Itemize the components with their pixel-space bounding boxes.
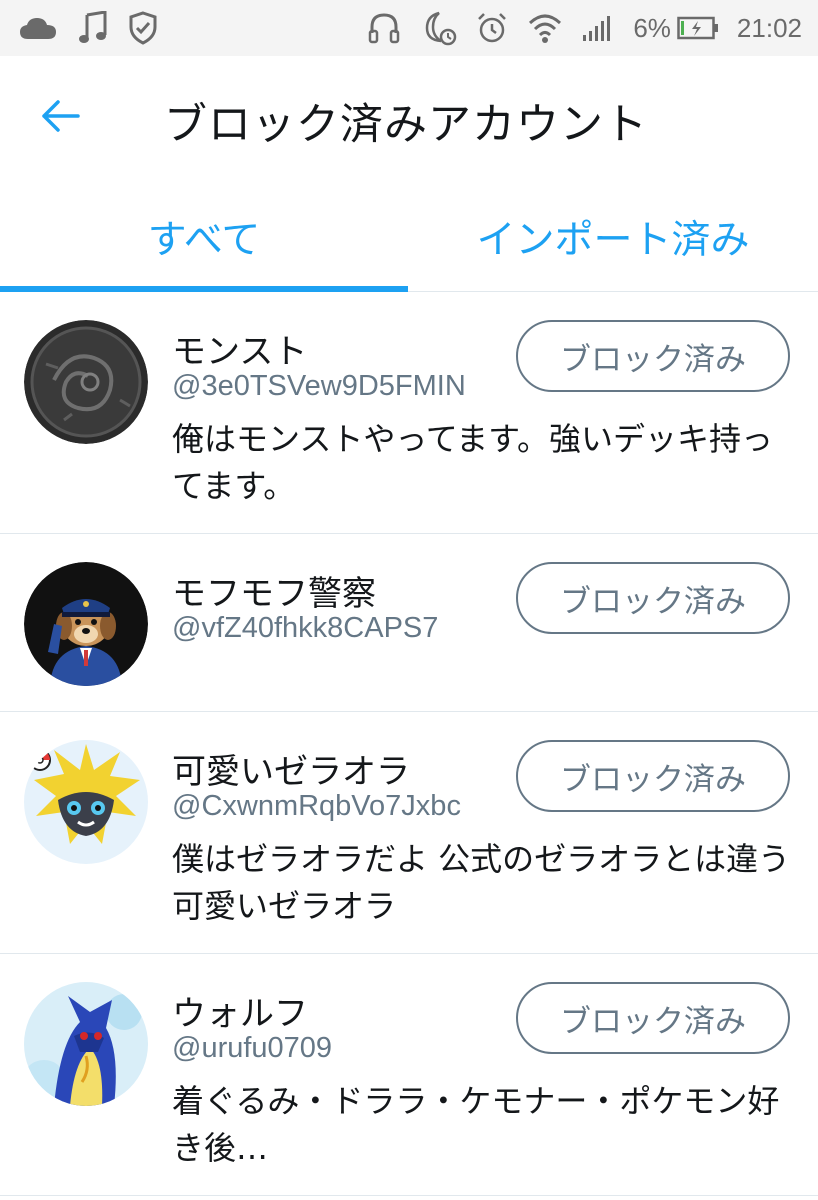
blocked-accounts-list: モンスト @3e0TSVew9D5FMIN 俺はモンストやってます。強いデッキ持… bbox=[0, 292, 818, 1196]
tab-bar: すべて インポート済み bbox=[0, 182, 818, 292]
zeraora-avatar-image bbox=[24, 740, 148, 864]
tab-imported[interactable]: インポート済み bbox=[408, 182, 818, 292]
cloud-icon bbox=[18, 15, 58, 41]
blocked-button[interactable]: ブロック済み bbox=[516, 982, 790, 1054]
list-item[interactable]: モンスト @3e0TSVew9D5FMIN 俺はモンストやってます。強いデッキ持… bbox=[0, 292, 818, 534]
signal-icon bbox=[581, 13, 615, 43]
account-handle: @3e0TSVew9D5FMIN bbox=[172, 370, 466, 402]
account-bio: 着ぐるみ・ドララ・ケモナー・ポケモン好き後… bbox=[172, 1082, 780, 1167]
account-name: 可愛いゼラオラ bbox=[172, 752, 410, 792]
avatar[interactable] bbox=[24, 740, 148, 864]
page-title: ブロック済みアカウント bbox=[164, 100, 648, 150]
arrow-left-icon bbox=[40, 99, 80, 137]
blocked-button[interactable]: ブロック済み bbox=[516, 740, 790, 812]
moon-alarm-icon bbox=[419, 10, 457, 46]
account-handle: @vfZ40fhkk8CAPS7 bbox=[172, 612, 439, 644]
back-button[interactable] bbox=[34, 96, 86, 140]
avatar[interactable] bbox=[24, 562, 148, 686]
wolf-avatar-image bbox=[24, 982, 148, 1106]
alarm-clock-icon bbox=[475, 11, 509, 45]
account-handle: @urufu0709 bbox=[172, 1032, 333, 1064]
avatar[interactable] bbox=[24, 320, 148, 444]
list-item[interactable]: モフモフ警察 @vfZ40fhkk8CAPS7 ブロック済み bbox=[0, 534, 818, 712]
music-note-icon bbox=[78, 11, 108, 45]
account-bio: 僕はゼラオラだよ 公式のゼラオラとは違う可愛いゼラオラ bbox=[172, 840, 791, 925]
avatar[interactable] bbox=[24, 982, 148, 1106]
list-item[interactable]: 可愛いゼラオラ @CxwnmRqbVo7Jxbc 僕はゼラオラだよ 公式のゼラオ… bbox=[0, 712, 818, 954]
account-handle: @CxwnmRqbVo7Jxbc bbox=[172, 790, 461, 822]
clock-time: 21:02 bbox=[736, 12, 802, 43]
headphones-icon bbox=[367, 11, 401, 45]
account-name: ウォルフ bbox=[172, 994, 308, 1034]
app-bar: ブロック済みアカウント bbox=[0, 56, 818, 182]
battery-charging-icon bbox=[677, 16, 719, 40]
list-item[interactable]: ウォルフ @urufu0709 着ぐるみ・ドララ・ケモナー・ポケモン好き後… ブ… bbox=[0, 954, 818, 1196]
account-name: モンスト bbox=[172, 332, 308, 372]
account-bio: 俺はモンストやってます。強いデッキ持ってます。 bbox=[172, 420, 773, 505]
coin-avatar-image bbox=[24, 320, 148, 444]
status-bar: 6% 21:02 bbox=[0, 0, 818, 56]
battery-percent: 6% bbox=[633, 12, 671, 43]
account-name: モフモフ警察 bbox=[172, 574, 376, 614]
shield-check-icon bbox=[128, 11, 158, 45]
blocked-button[interactable]: ブロック済み bbox=[516, 320, 790, 392]
police-dog-avatar-image bbox=[24, 562, 148, 686]
wifi-icon bbox=[527, 11, 563, 45]
tab-all[interactable]: すべて bbox=[0, 182, 408, 292]
blocked-button[interactable]: ブロック済み bbox=[516, 562, 790, 634]
